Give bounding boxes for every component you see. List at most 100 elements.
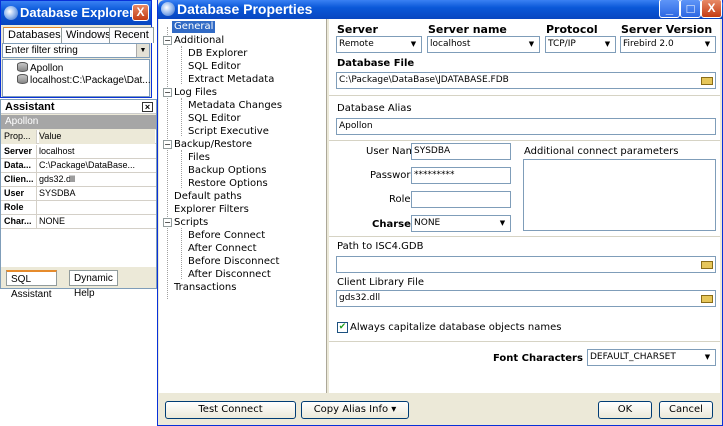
nav-before-connect[interactable]: Before Connect [188,230,265,242]
dropdown-arrow-icon: ▼ [604,40,611,48]
browse-folder-icon[interactable] [700,258,714,271]
font-charset-select[interactable]: DEFAULT_CHARSET ▼ [587,349,716,366]
capitalize-label: Always capitalize database objects names [350,322,562,333]
nav-additional[interactable]: Additional [174,35,224,47]
alias-label: Database Alias [337,103,412,114]
client-library-label: Client Library File [337,277,425,288]
database-properties-dialog: Database Properties _ □ X General − Addi… [157,0,723,426]
nav-sql-editor[interactable]: SQL Editor [188,61,241,73]
nav-script-executive[interactable]: Script Executive [188,126,269,138]
property-row[interactable]: Char... NONE [1,215,156,229]
property-row[interactable]: User SYSDBA [1,187,156,201]
collapse-icon[interactable]: − [163,218,172,227]
assistant-panel: Assistant × Apollon Prop... Value Server… [0,99,157,300]
folder-icon [701,77,713,85]
desktop-background [0,419,157,426]
copy-alias-info-button[interactable]: Copy Alias Info ▾ [301,401,409,419]
tree-line [181,98,182,136]
charset-select[interactable]: NONE ▼ [411,215,511,232]
nav-extract-metadata[interactable]: Extract Metadata [188,74,274,86]
filter-input[interactable]: Enter filter string ▼ [2,43,150,58]
property-row[interactable]: Role [1,201,156,215]
explorer-title: Database Explorer [20,5,135,20]
divider [329,95,720,96]
role-input[interactable] [411,191,511,208]
tab-recent[interactable]: Recent [109,27,154,43]
password-input[interactable]: ********* [411,167,511,184]
nav-metadata-changes[interactable]: Metadata Changes [188,100,282,112]
property-row[interactable]: Data... C:\Package\DataBase... [1,159,156,173]
additional-params-label: Additional connect parameters [524,146,679,157]
collapse-icon[interactable]: − [163,88,172,97]
explorer-tabs: Databases Windows Recent [3,27,154,43]
minimize-button[interactable]: _ [659,0,680,18]
nav-general[interactable]: General [172,21,216,33]
divider [329,341,720,342]
nav-log-files[interactable]: Log Files [174,87,217,99]
dropdown-arrow-icon: ▼ [499,219,506,227]
folder-icon [701,295,713,303]
nav-files[interactable]: Files [188,152,210,164]
database-file-input[interactable]: C:\Package\DataBase\JDATABASE.FDB [336,72,716,89]
nav-backup-restore[interactable]: Backup/Restore [174,139,252,151]
dropdown-arrow-icon: ▼ [528,40,535,48]
cancel-button[interactable]: Cancel [659,401,713,419]
tab-sql-assistant[interactable]: SQL Assistant [6,270,57,300]
password-label: Password [370,170,417,181]
nav-scripts[interactable]: Scripts [174,217,208,229]
explorer-title-bar[interactable]: Database Explorer X [1,1,151,25]
dialog-title-bar[interactable]: Database Properties _ □ X [158,0,723,19]
alias-input[interactable]: Apollon [336,118,716,135]
property-row[interactable]: Clien... gds32.dll [1,173,156,187]
browse-folder-icon[interactable] [700,74,714,87]
tab-windows[interactable]: Windows [61,27,116,43]
nav-after-disconnect[interactable]: After Disconnect [188,269,271,281]
charset-label: Charset [372,219,416,230]
isc4-path-input[interactable] [336,256,716,273]
tab-databases[interactable]: Databases [3,27,66,43]
maximize-button[interactable]: □ [680,0,701,18]
divider [329,236,720,237]
property-header: Prop... Value [1,130,156,144]
nav-transactions[interactable]: Transactions [174,282,236,294]
tree-line [181,150,182,188]
nav-backup-options[interactable]: Backup Options [188,165,266,177]
property-row[interactable]: Server localhost [1,145,156,159]
dropdown-arrow-icon: ▼ [704,353,711,361]
browse-folder-icon[interactable] [700,292,714,305]
assistant-title-bar: Assistant × [1,100,156,114]
general-settings-panel: Server Server name Protocol Server Versi… [329,19,720,393]
nav-sql-editor-log[interactable]: SQL Editor [188,113,241,125]
database-icon [17,62,28,72]
tree-item-localhost[interactable]: localhost:C:\Package\Dat... [17,74,151,86]
tab-dynamic-help[interactable]: Dynamic Help [69,270,118,299]
explorer-close-button[interactable]: X [132,4,149,21]
nav-explorer-filters[interactable]: Explorer Filters [174,204,249,216]
assistant-close-icon[interactable]: × [142,102,153,112]
database-icon [17,74,28,84]
additional-params-textarea[interactable] [523,159,716,231]
protocol-select[interactable]: TCP/IP ▼ [545,36,616,53]
nav-after-connect[interactable]: After Connect [188,243,257,255]
protocol-label: Protocol [546,23,598,36]
nav-default-paths[interactable]: Default paths [174,191,242,203]
capitalize-checkbox[interactable]: ✔ [337,322,348,333]
collapse-icon[interactable]: − [163,36,172,45]
filter-dropdown-arrow[interactable]: ▼ [136,44,149,57]
client-library-input[interactable]: gds32.dll [336,290,716,307]
server-version-select[interactable]: Firebird 2.0 ▼ [620,36,716,53]
nav-restore-options[interactable]: Restore Options [188,178,268,190]
tree-line [181,228,182,279]
user-name-input[interactable]: SYSDBA [411,143,511,160]
ok-button[interactable]: OK [598,401,652,419]
nav-before-disconnect[interactable]: Before Disconnect [188,256,279,268]
app-icon [161,2,175,16]
server-name-select[interactable]: localhost ▼ [427,36,540,53]
dialog-close-button[interactable]: X [701,0,722,18]
server-select[interactable]: Remote ▼ [336,36,422,53]
tree-item-apollon[interactable]: Apollon [17,62,63,74]
collapse-icon[interactable]: − [163,140,172,149]
folder-icon [701,261,713,269]
test-connect-button[interactable]: Test Connect [165,401,296,419]
nav-db-explorer[interactable]: DB Explorer [188,48,247,60]
